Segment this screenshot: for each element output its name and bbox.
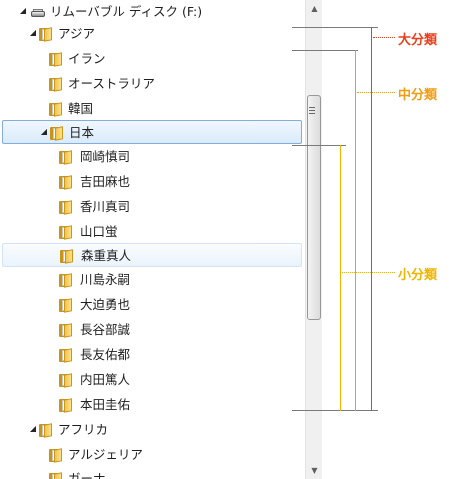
tree-item-label: 長谷部誠 <box>80 322 131 337</box>
scroll-thumb-grip-icon <box>309 107 315 115</box>
tree-item[interactable]: 岡崎慎司 <box>0 145 304 169</box>
tree-item[interactable]: イラン <box>0 47 304 71</box>
tree-item[interactable]: ◢ アフリカ <box>0 418 304 442</box>
tree-item[interactable]: アルジェリア <box>0 443 304 467</box>
folder-icon <box>48 447 64 463</box>
folder-icon <box>58 322 74 338</box>
expand-arrow-icon[interactable]: ◢ <box>28 28 38 38</box>
folder-icon <box>58 397 74 413</box>
tree-item-label: アジア <box>58 26 96 41</box>
tree-item[interactable]: 韓国 <box>0 97 304 121</box>
folder-icon <box>58 199 74 215</box>
tree-item-label: 森重真人 <box>81 248 132 263</box>
folder-icon <box>58 224 74 240</box>
folder-icon <box>58 297 74 313</box>
tree-item-label: 大迫勇也 <box>80 297 131 312</box>
tree-item[interactable]: ガーナ <box>0 467 304 479</box>
bracket-bottom <box>292 410 378 411</box>
tree-item[interactable]: 長谷部誠 <box>0 318 304 342</box>
tree-item-label: 吉田麻也 <box>80 174 131 189</box>
minor-bracket-line <box>340 145 341 411</box>
tree-item-label: 本田圭佑 <box>80 397 131 412</box>
folder-icon <box>38 422 54 438</box>
tree-item-label: ガーナ <box>68 471 106 479</box>
tree-item-label: イラン <box>68 51 106 66</box>
folder-icon <box>48 101 64 117</box>
major-leader <box>373 37 395 38</box>
folder-icon <box>58 347 74 363</box>
tree-item-label: 長友佑都 <box>80 347 131 362</box>
folder-icon <box>58 272 74 288</box>
major-bracket-line <box>371 27 372 411</box>
tree-item[interactable]: 長友佑都 <box>0 343 304 367</box>
tree-item-label: 川島永嗣 <box>80 272 131 287</box>
folder-icon <box>58 149 74 165</box>
folder-icon <box>38 26 54 42</box>
tree-item[interactable]: 香川真司 <box>0 195 304 219</box>
folder-icon <box>48 471 64 479</box>
bracket-middle-top <box>292 50 358 51</box>
middle-category-label: 中分類 <box>398 88 438 103</box>
tree-item-label: 日本 <box>69 125 95 140</box>
tree-item[interactable]: 大迫勇也 <box>0 293 304 317</box>
tree-item-label: オーストラリア <box>68 76 155 91</box>
tree-item[interactable]: ◢ リムーバブル ディスク (F:) <box>0 0 304 24</box>
tree-item[interactable]: ◢ 日本 <box>2 120 302 144</box>
tree-item-label: 香川真司 <box>80 199 131 214</box>
tree-item-label: 内田篤人 <box>80 372 131 387</box>
tree-item[interactable]: 内田篤人 <box>0 368 304 392</box>
drive-icon <box>30 4 46 20</box>
folder-icon <box>58 174 74 190</box>
tree-item-label: アフリカ <box>58 422 109 437</box>
minor-category-label: 小分類 <box>398 268 438 283</box>
tree-item[interactable]: 川島永嗣 <box>0 268 304 292</box>
tree-item-label: アルジェリア <box>68 447 143 462</box>
tree-item[interactable]: ◢ アジア <box>0 22 304 46</box>
folder-icon <box>59 248 75 264</box>
minor-leader <box>342 272 395 273</box>
tree-item-label: 韓国 <box>68 101 94 116</box>
tree-item[interactable]: オーストラリア <box>0 72 304 96</box>
scroll-up-arrow-icon[interactable]: ▲ <box>306 0 323 17</box>
bracket-minor-top <box>292 145 346 146</box>
middle-leader <box>357 92 395 93</box>
tree-item[interactable]: 森重真人 <box>2 243 302 267</box>
folder-icon <box>49 125 65 141</box>
major-category-label: 大分類 <box>398 33 438 48</box>
folder-tree: ◢ リムーバブル ディスク (F:) ◢ アジアイランオーストラリア 韓国 ◢ 日本岡崎慎司… <box>0 0 305 479</box>
tree-item-label: 山口蛍 <box>80 224 118 239</box>
scroll-thumb[interactable] <box>307 95 321 320</box>
expand-arrow-icon[interactable]: ◢ <box>39 127 49 137</box>
folder-icon <box>48 76 64 92</box>
folder-icon <box>58 372 74 388</box>
scroll-down-arrow-icon[interactable]: ▼ <box>306 462 323 479</box>
tree-item-label: リムーバブル ディスク (F:) <box>50 4 203 19</box>
middle-bracket-line <box>355 50 356 411</box>
expand-arrow-icon[interactable]: ◢ <box>18 6 28 16</box>
bracket-major-top <box>292 27 378 28</box>
expand-arrow-icon[interactable]: ◢ <box>28 424 38 434</box>
tree-item-label: 岡崎慎司 <box>80 149 131 164</box>
tree-item[interactable]: 吉田麻也 <box>0 170 304 194</box>
tree-item[interactable]: 山口蛍 <box>0 220 304 244</box>
tree-item[interactable]: 本田圭佑 <box>0 393 304 417</box>
folder-icon <box>48 51 64 67</box>
vertical-scrollbar[interactable]: ▲ ▼ <box>305 0 322 479</box>
